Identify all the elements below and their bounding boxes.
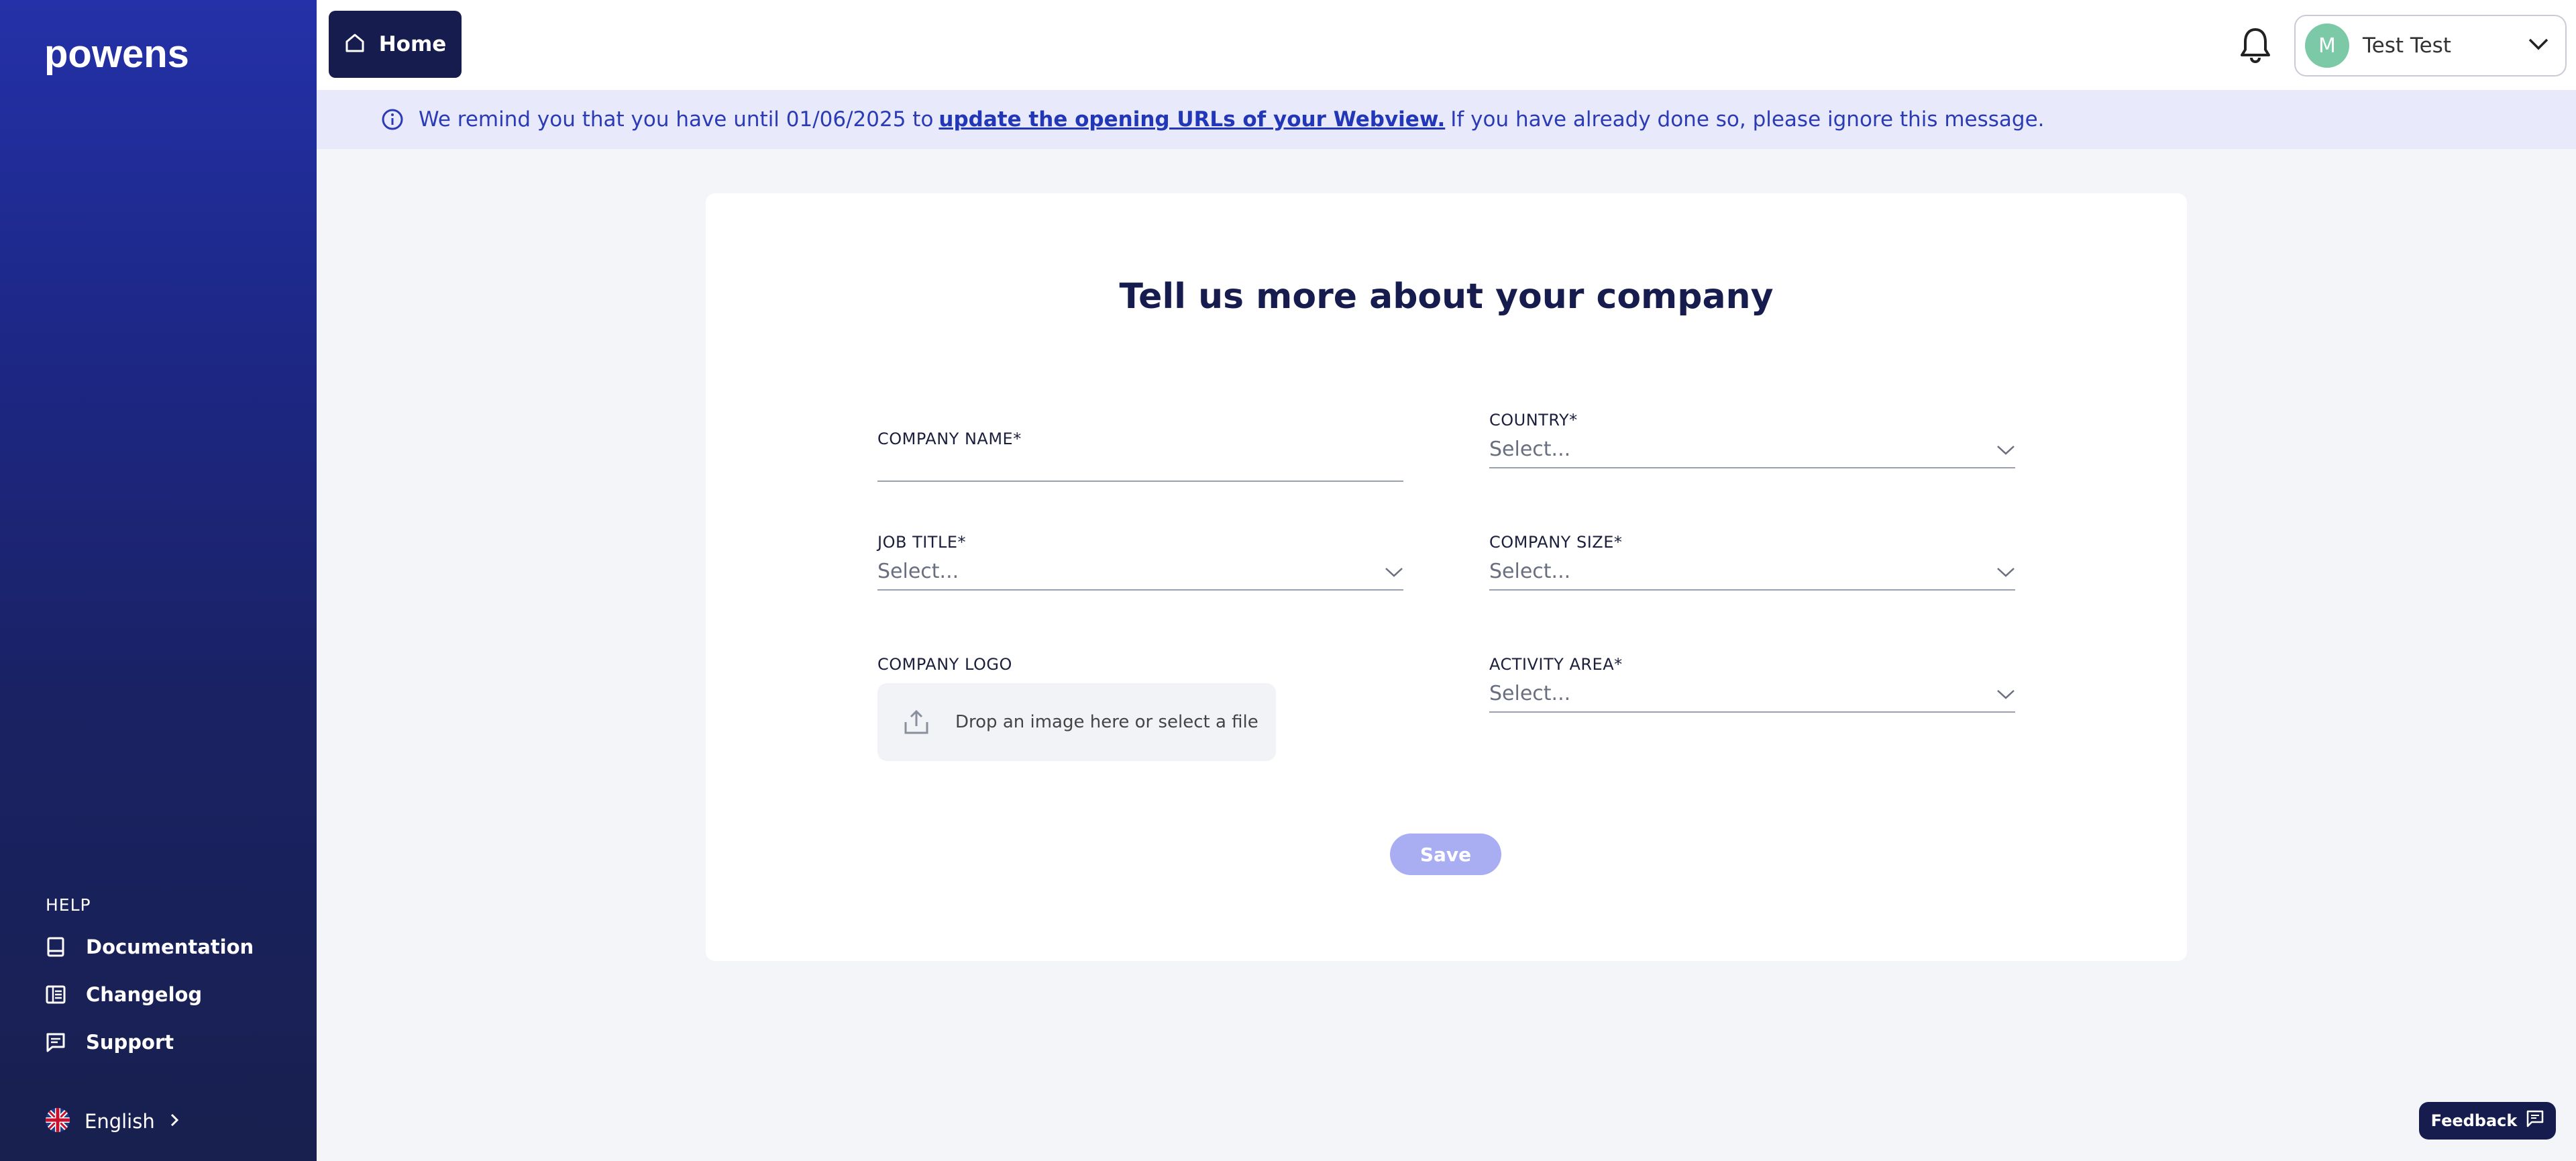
upload-icon <box>903 709 930 736</box>
company-size-value: Select... <box>1489 559 1571 583</box>
sidebar-item-documentation[interactable]: Documentation <box>46 936 254 958</box>
company-logo-field: COMPANY LOGO Drop an image here or selec… <box>877 655 1403 761</box>
job-title-value: Select... <box>877 559 959 583</box>
company-size-label: COMPANY SIZE* <box>1489 533 1623 552</box>
company-size-select[interactable]: Select... <box>1489 553 2015 591</box>
company-size-field: COMPANY SIZE* Select... <box>1489 533 2015 591</box>
book-icon <box>46 937 66 957</box>
chevron-right-icon <box>170 1113 179 1130</box>
chevron-down-icon <box>1385 560 1403 583</box>
user-menu[interactable]: M Test Test <box>2294 15 2567 77</box>
reminder-banner: We remind you that you have until 01/06/… <box>317 90 2576 149</box>
sidebar-item-label: Support <box>86 1031 174 1054</box>
language-label: English <box>85 1110 155 1133</box>
company-name-input[interactable] <box>877 444 1403 481</box>
sidebar: powens HELP Documentation Changelog Supp… <box>0 0 317 1161</box>
user-name: Test Test <box>2363 34 2451 58</box>
language-selector[interactable]: English <box>46 1108 179 1135</box>
changelog-icon <box>46 985 66 1005</box>
job-title-select[interactable]: Select... <box>877 553 1403 591</box>
banner-text-after: If you have already done so, please igno… <box>1450 107 2045 132</box>
uk-flag-icon <box>46 1108 70 1135</box>
sidebar-item-support[interactable]: Support <box>46 1031 174 1054</box>
sidebar-item-label: Documentation <box>86 936 254 958</box>
feedback-label: Feedback <box>2430 1111 2518 1130</box>
activity-area-select[interactable]: Select... <box>1489 675 2015 713</box>
powens-logo[interactable]: powens <box>44 38 219 75</box>
country-field: COUNTRY* Select... <box>1489 411 2015 468</box>
feedback-button[interactable]: Feedback <box>2419 1102 2556 1140</box>
help-section-title: HELP <box>46 895 91 915</box>
chat-icon <box>46 1032 66 1052</box>
page-title: Tell us more about your company <box>1119 276 1774 317</box>
job-title-field: JOB TITLE* Select... <box>877 533 1403 591</box>
chevron-down-icon <box>2528 38 2549 54</box>
country-select[interactable]: Select... <box>1489 431 2015 468</box>
sidebar-item-changelog[interactable]: Changelog <box>46 983 202 1006</box>
banner-text-before: We remind you that you have until 01/06/… <box>419 107 934 132</box>
chevron-down-icon <box>1996 682 2015 705</box>
home-label: Home <box>378 32 447 56</box>
info-icon <box>381 108 404 131</box>
company-name-field: COMPANY NAME* <box>877 430 1403 482</box>
chevron-down-icon <box>1996 438 2015 461</box>
home-icon <box>344 32 366 56</box>
save-button[interactable]: Save <box>1390 834 1501 875</box>
activity-area-label: ACTIVITY AREA* <box>1489 655 1623 674</box>
job-title-label: JOB TITLE* <box>877 533 966 552</box>
company-name-input-wrapper <box>877 444 1403 482</box>
home-button[interactable]: Home <box>329 11 462 78</box>
country-label: COUNTRY* <box>1489 411 1578 430</box>
activity-area-value: Select... <box>1489 681 1571 705</box>
upload-text: Drop an image here or select a file <box>955 712 1258 732</box>
chat-icon <box>2526 1110 2544 1131</box>
avatar: M <box>2305 23 2349 68</box>
logo-upload-dropzone[interactable]: Drop an image here or select a file <box>877 683 1276 761</box>
country-value: Select... <box>1489 437 1571 461</box>
svg-text:powens: powens <box>44 38 189 75</box>
company-logo-label: COMPANY LOGO <box>877 655 1012 674</box>
activity-area-field: ACTIVITY AREA* Select... <box>1489 655 2015 713</box>
sidebar-item-label: Changelog <box>86 983 203 1006</box>
chevron-down-icon <box>1996 560 2015 583</box>
bell-icon[interactable] <box>2238 26 2273 64</box>
company-form-card: Tell us more about your company COMPANY … <box>706 193 2187 961</box>
banner-link[interactable]: update the opening URLs of your Webview. <box>938 107 1445 132</box>
top-bar: Home M Test Test <box>317 0 2576 90</box>
